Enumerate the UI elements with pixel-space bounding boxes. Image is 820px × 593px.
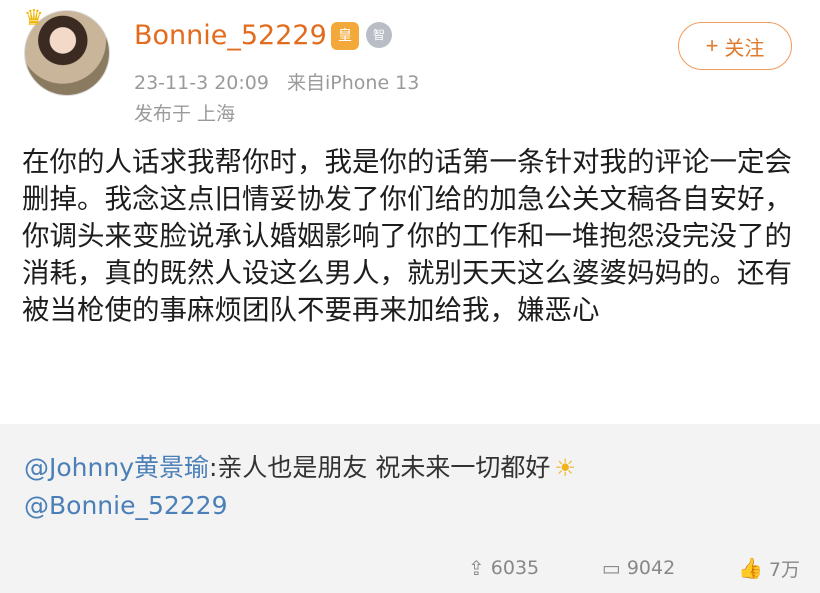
comment-icon: ▭ [601, 556, 621, 580]
like-action[interactable]: 👍 7万 [738, 555, 800, 582]
plus-icon: + [705, 33, 719, 58]
crown-icon: ♛ [24, 6, 44, 31]
follow-label: 关注 [724, 37, 765, 60]
sun-icon: ☀ [554, 454, 576, 482]
follow-button[interactable]: + 关注 [678, 22, 792, 70]
comment-action[interactable]: ▭ 9042 [602, 556, 675, 580]
post-location: 发布于 上海 [134, 103, 236, 125]
mention-bonnie[interactable]: @Bonnie_52229 [24, 491, 228, 520]
share-action[interactable]: ⇪ 6035 [468, 556, 539, 580]
post-source: 来自iPhone 13 [287, 72, 420, 94]
post-body-text: 在你的人话求我帮你时，我是你的话第一条针对我的评论一定会删掉。我念这点旧情妥协发… [22, 146, 792, 326]
username[interactable]: Bonnie_52229 [134, 20, 327, 51]
repost-line: @Johnny黄景瑜:亲人也是朋友 祝未来一切都好 ☀ [24, 448, 576, 484]
vip-badge-icon[interactable]: 皇 [331, 22, 359, 50]
thumbs-up-icon: 👍 [737, 556, 763, 580]
action-bar: ⇪ 6035 ▭ 9042 👍 7万 [468, 554, 800, 582]
post-card: ♛ Bonnie_52229 皇 智 23-11-3 20:09 来自iPhon… [0, 0, 820, 424]
post-time: 23-11-3 20:09 [134, 72, 269, 94]
avatar-container[interactable]: ♛ [24, 6, 110, 96]
post-meta: 23-11-3 20:09 来自iPhone 13 [134, 68, 419, 95]
share-icon: ⇪ [468, 556, 485, 580]
comment-count: 9042 [626, 557, 676, 579]
repost-section: @Johnny黄景瑜:亲人也是朋友 祝未来一切都好 ☀ @Bonnie_52229… [0, 424, 820, 593]
medal-badge-icon[interactable]: 智 [366, 22, 392, 48]
like-count: 7万 [768, 558, 800, 581]
share-count: 6035 [490, 557, 540, 579]
repost-text: :亲人也是朋友 祝未来一切都好 [209, 453, 551, 482]
mention-johnny[interactable]: @Johnny黄景瑜 [24, 453, 209, 482]
